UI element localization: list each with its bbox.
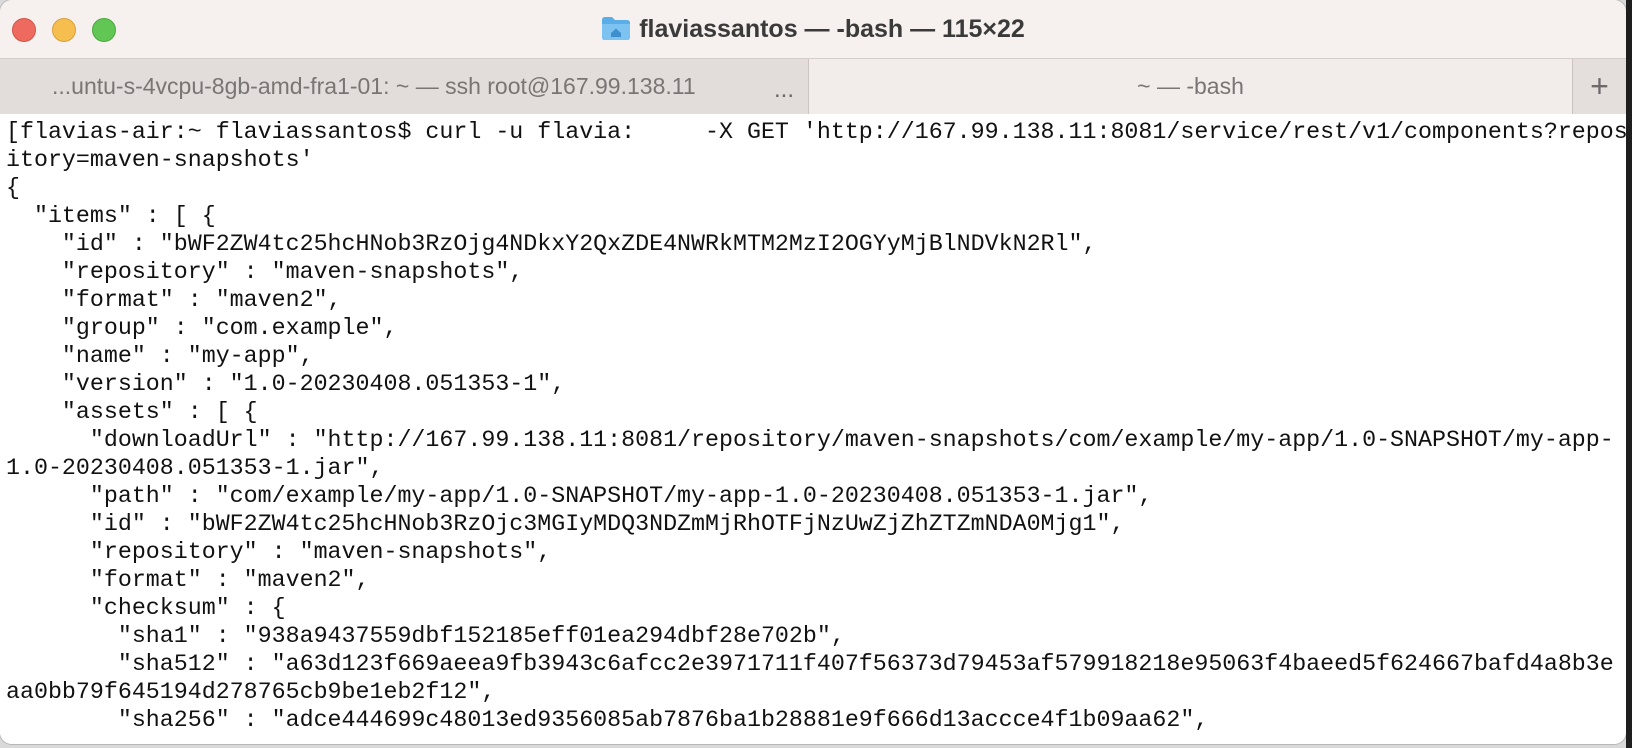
tab-bar: ...untu-s-4vcpu-8gb-amd-fra1-01: ~ — ssh… (0, 58, 1626, 114)
terminal-line: aa0bb79f645194d278765cb9be1eb2f12", (6, 679, 496, 705)
background-edge (1626, 0, 1632, 748)
window-title-area: flaviassantos — -bash — 115×22 (0, 12, 1626, 46)
terminal-line: "assets" : [ { (6, 399, 258, 425)
new-tab-button[interactable]: + (1572, 59, 1626, 114)
terminal-line: "repository" : "maven-snapshots", (6, 539, 552, 565)
window-title: flaviassantos — -bash — 115×22 (639, 15, 1025, 43)
terminal-line: "checksum" : { (6, 595, 286, 621)
terminal-line: "items" : [ { (6, 203, 216, 229)
terminal-line: "id" : "bWF2ZW4tc25hcHNob3RzOjg4NDkxY2Qx… (6, 231, 1097, 257)
tab-overflow-indicator: ... (773, 76, 794, 103)
terminal-line: "id" : "bWF2ZW4tc25hcHNob3RzOjc3MGIyMDQ3… (6, 511, 1125, 537)
terminal-line: "repository" : "maven-snapshots", (6, 259, 524, 285)
title-bar[interactable]: flaviassantos — -bash — 115×22 (0, 0, 1626, 58)
terminal-line: [flavias-air:~ flaviassantos$ curl -u fl… (6, 119, 1626, 145)
terminal-line: { (6, 175, 20, 201)
terminal-window: flaviassantos — -bash — 115×22 ...untu-s… (0, 0, 1626, 744)
terminal-line: "sha1" : "938a9437559dbf152185eff01ea294… (6, 623, 845, 649)
tab-bash-active[interactable]: ~ — -bash (809, 59, 1572, 114)
tab-ssh-session-label: ...untu-s-4vcpu-8gb-amd-fra1-01: ~ — ssh… (52, 73, 696, 99)
tab-ssh-session[interactable]: ...untu-s-4vcpu-8gb-amd-fra1-01: ~ — ssh… (0, 59, 809, 114)
terminal-line: "format" : "maven2", (6, 287, 342, 313)
terminal-line: "sha256" : "adce444699c48013ed9356085ab7… (6, 707, 1209, 733)
terminal-line: "name" : "my-app", (6, 343, 314, 369)
terminal-line: "group" : "com.example", (6, 315, 398, 341)
terminal-line: 1.0-20230408.051353-1.jar", (6, 455, 384, 481)
terminal-line: itory=maven-snapshots' (6, 147, 314, 173)
terminal-output[interactable]: [flavias-air:~ flaviassantos$ curl -u fl… (0, 114, 1626, 744)
terminal-line: "format" : "maven2", (6, 567, 370, 593)
terminal-line: "version" : "1.0-20230408.051353-1", (6, 371, 566, 397)
home-folder-icon (601, 15, 631, 41)
terminal-line: "path" : "com/example/my-app/1.0-SNAPSHO… (6, 483, 1153, 509)
terminal-line: "downloadUrl" : "http://167.99.138.11:80… (6, 427, 1614, 453)
terminal-line: "sha512" : "a63d123f669aeea9fb3943c6afcc… (6, 651, 1614, 677)
tab-bash-label: ~ — -bash (1137, 73, 1244, 99)
